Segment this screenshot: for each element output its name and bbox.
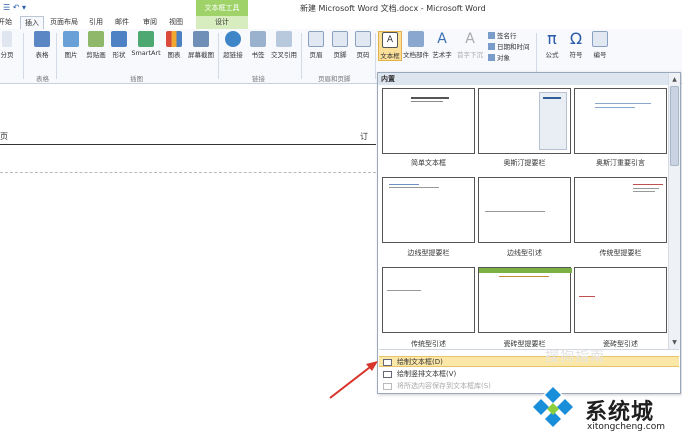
red-arrow-annotation [329,361,378,399]
site-logo-url: xitongcheng.com [587,422,665,432]
sogou-watermark: 搜狗指南 [545,349,605,365]
site-logo-icon [529,385,577,433]
